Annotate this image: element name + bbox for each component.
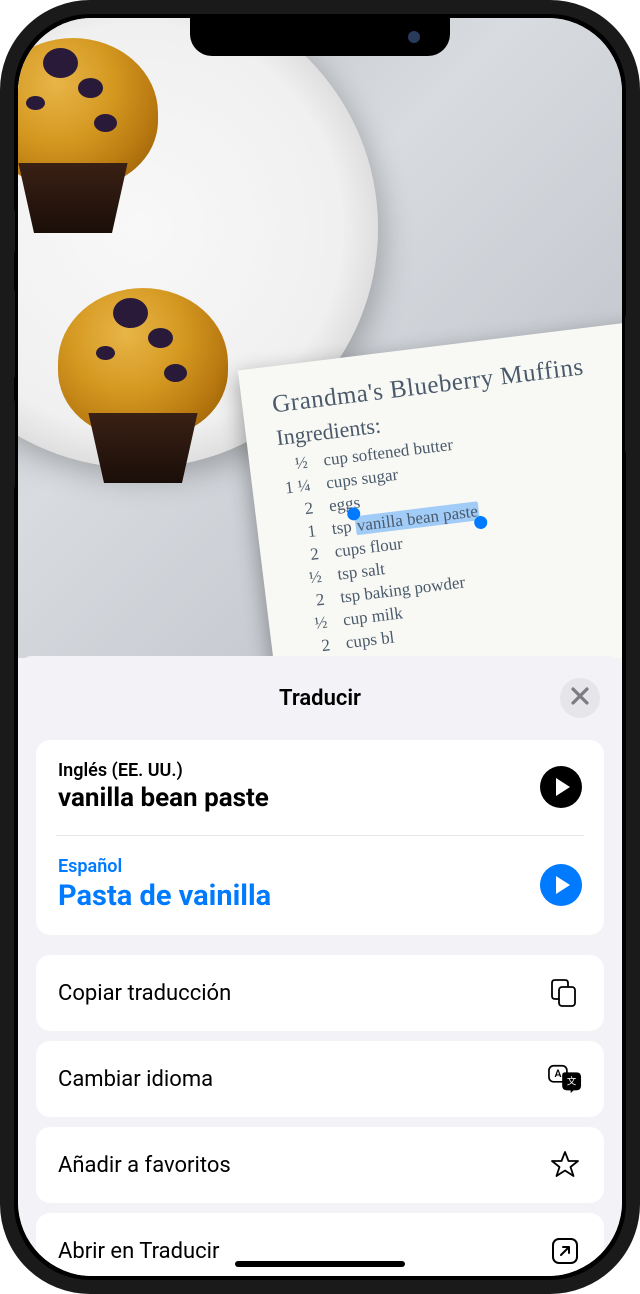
notch <box>190 18 450 56</box>
target-row: Español Pasta de vainilla <box>36 836 604 935</box>
copy-icon <box>548 976 582 1010</box>
sheet-title: Traducir <box>279 686 361 711</box>
sheet-header: Traducir <box>36 674 604 722</box>
translate-icon: A 文 <box>548 1062 582 1096</box>
source-text: vanilla bean paste <box>58 783 526 813</box>
translate-sheet: Traducir Inglés (EE. UU.) vanilla bean p… <box>18 656 622 1276</box>
side-button <box>9 289 15 379</box>
photo-background[interactable]: Grandma's Blueberry Muffins Ingredients:… <box>18 18 622 658</box>
open-external-icon <box>548 1234 582 1268</box>
copy-translation-button[interactable]: Copiar traducción <box>36 955 604 1031</box>
svg-text:文: 文 <box>567 1076 577 1088</box>
add-favorite-button[interactable]: Añadir a favoritos <box>36 1127 604 1203</box>
target-text: Pasta de vainilla <box>58 879 526 913</box>
muffin-image <box>58 288 228 488</box>
action-list: Copiar traducción Cambiar idioma A <box>36 955 604 1276</box>
star-icon <box>548 1148 582 1182</box>
ingredient-list: ½cup softened butter 1 ¼cups sugar 2eggs… <box>279 410 622 658</box>
side-button <box>9 399 15 489</box>
muffin-image <box>18 38 158 238</box>
play-icon <box>556 778 570 796</box>
camera-dot <box>408 31 420 43</box>
close-button[interactable] <box>560 678 600 718</box>
phone-frame: Grandma's Blueberry Muffins Ingredients:… <box>0 0 640 1294</box>
change-language-button[interactable]: Cambiar idioma A 文 <box>36 1041 604 1117</box>
recipe-card: Grandma's Blueberry Muffins Ingredients:… <box>238 318 622 658</box>
close-icon <box>571 686 589 711</box>
source-row: Inglés (EE. UU.) vanilla bean paste <box>36 740 604 835</box>
play-source-button[interactable] <box>540 766 582 808</box>
home-indicator[interactable] <box>235 1261 405 1267</box>
side-button <box>9 209 15 254</box>
screen: Grandma's Blueberry Muffins Ingredients:… <box>18 18 622 1276</box>
side-button <box>625 314 631 454</box>
target-language-label: Español <box>58 856 526 877</box>
translation-card: Inglés (EE. UU.) vanilla bean paste Espa… <box>36 740 604 935</box>
svg-text:A: A <box>554 1067 561 1080</box>
play-icon <box>556 876 570 894</box>
source-language-label: Inglés (EE. UU.) <box>58 760 526 781</box>
play-target-button[interactable] <box>540 864 582 906</box>
